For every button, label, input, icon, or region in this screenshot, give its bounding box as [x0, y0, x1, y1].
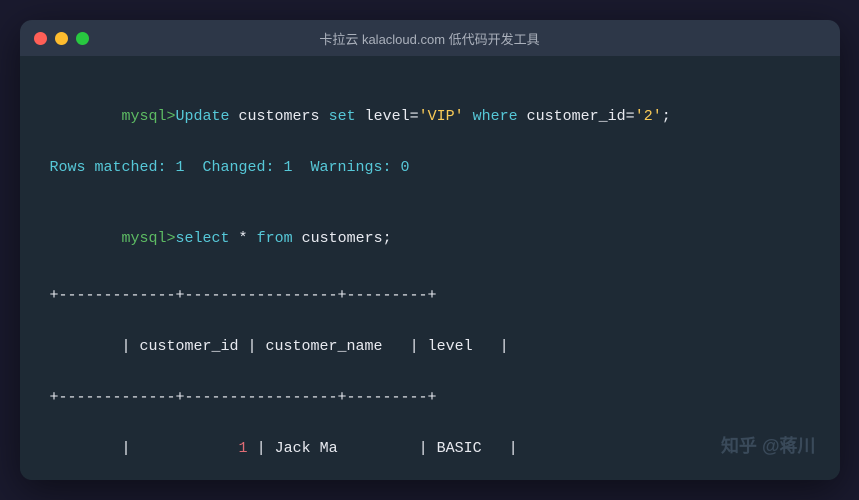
- update-table: customers: [230, 108, 329, 125]
- vip-value: 'VIP': [419, 108, 464, 125]
- where-keyword-text: [464, 108, 473, 125]
- semicolon1: ;: [662, 108, 671, 125]
- update-command-line: mysql>Update customers set level='VIP' w…: [50, 78, 810, 155]
- maximize-button[interactable]: [76, 32, 89, 45]
- row1-pipe1: |: [122, 440, 131, 457]
- titlebar-text: 卡拉云 kalacloud.com 低代码开发工具: [319, 29, 539, 48]
- update-keyword: Update: [176, 108, 230, 125]
- from-keyword: from: [257, 230, 293, 247]
- titlebar: 卡拉云 kalacloud.com 低代码开发工具: [20, 20, 840, 56]
- row1-pipe2: | Jack Ma | BASIC |: [248, 440, 518, 457]
- mysql-prompt-1: mysql>: [122, 108, 176, 125]
- mysql-prompt-2: mysql>: [122, 230, 176, 247]
- table-header-row: | customer_id | customer_name | level |: [50, 308, 810, 385]
- terminal-window: 卡拉云 kalacloud.com 低代码开发工具 mysql>Update c…: [20, 20, 840, 480]
- traffic-lights: [34, 32, 89, 45]
- close-button[interactable]: [34, 32, 47, 45]
- minimize-button[interactable]: [55, 32, 68, 45]
- select-command-block: mysql>select * from customers;: [50, 200, 810, 277]
- select-command-line: mysql>select * from customers;: [50, 200, 810, 277]
- from-table: customers;: [293, 230, 392, 247]
- where-keyword: where: [473, 108, 518, 125]
- set-col: level=: [356, 108, 419, 125]
- update-command-block: mysql>Update customers set level='VIP' w…: [50, 78, 810, 180]
- id-value: '2': [635, 108, 662, 125]
- result-table: +-------------+-----------------+-------…: [50, 283, 810, 481]
- table-border-mid: +-------------+-----------------+-------…: [50, 385, 810, 411]
- table-border-top: +-------------+-----------------+-------…: [50, 283, 810, 309]
- terminal-body: mysql>Update customers set level='VIP' w…: [20, 56, 840, 480]
- row1-id: 1: [131, 440, 248, 457]
- update-result-line: Rows matched: 1 Changed: 1 Warnings: 0: [50, 155, 810, 181]
- table-row-1: | 1 | Jack Ma | BASIC |: [50, 410, 810, 480]
- select-keyword: select: [176, 230, 230, 247]
- table-header-text: | customer_id | customer_name | level |: [122, 338, 509, 355]
- set-keyword: set: [329, 108, 356, 125]
- select-star: *: [230, 230, 257, 247]
- watermark: 知乎 @蒋川: [721, 431, 816, 462]
- where-col: customer_id=: [518, 108, 635, 125]
